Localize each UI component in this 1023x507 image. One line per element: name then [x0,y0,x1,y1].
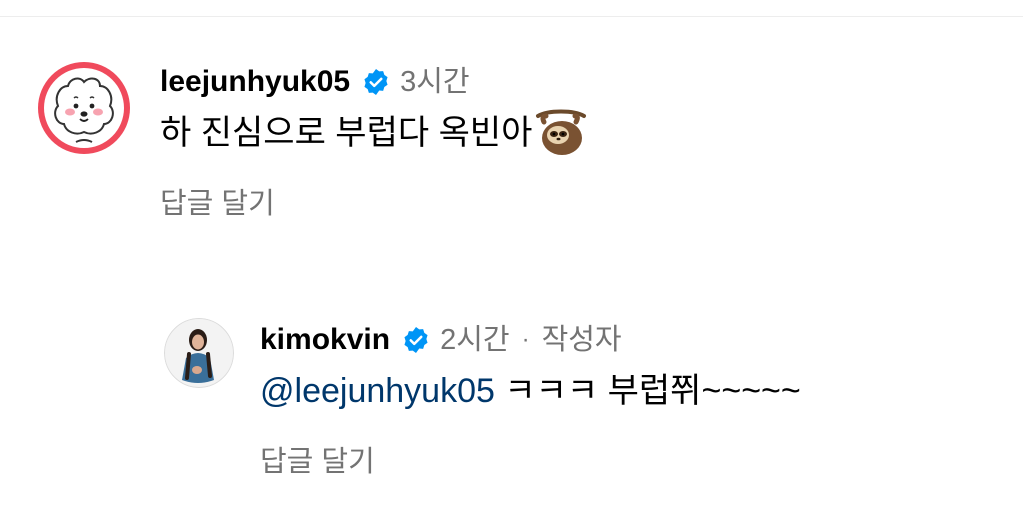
reply-text-content: ㅋㅋㅋ 부럽쮜~~~~~ [494,372,801,410]
reply-button[interactable]: 답글 달기 [260,442,1000,482]
sloth-emoji-icon [536,109,587,155]
comment-text: 하 진심으로 부럽다 옥빈아 [160,108,1000,158]
profile-photo-icon [164,318,234,388]
reply-text: @leejunhyuk05 ㅋㅋㅋ 부럽쮜~~~~~ [260,366,1000,416]
reply-body: kimokvin 2시간 · 작성자 @leejunhyuk05 ㅋㅋㅋ 부럽쮜… [260,318,1000,482]
dog-avatar-icon [38,62,130,154]
reply-header: kimokvin 2시간 · 작성자 [260,318,1000,362]
comment-text-content: 하 진심으로 부럽다 옥빈아 [160,114,533,152]
timestamp[interactable]: 3시간 [400,60,470,104]
username[interactable]: kimokvin [260,318,390,362]
mention-link[interactable]: @leejunhyuk05 [260,366,495,416]
avatar[interactable] [36,60,132,156]
author-label: 작성자 [541,324,622,356]
verified-badge-icon [364,69,388,95]
divider [0,16,1023,17]
separator-dot: · [521,326,530,353]
verified-badge-icon [404,327,428,353]
comment-body: leejunhyuk05 3시간 하 진심으로 부럽다 옥빈아 답글 달기 [160,60,1000,224]
timestamp[interactable]: 2시간 [440,318,510,362]
comment-header: leejunhyuk05 3시간 [160,60,1000,104]
reply-button[interactable]: 답글 달기 [160,184,1000,224]
username[interactable]: leejunhyuk05 [160,60,350,104]
comments-page: leejunhyuk05 3시간 하 진심으로 부럽다 옥빈아 답글 달기 ki… [0,0,1023,507]
avatar[interactable] [164,318,234,388]
